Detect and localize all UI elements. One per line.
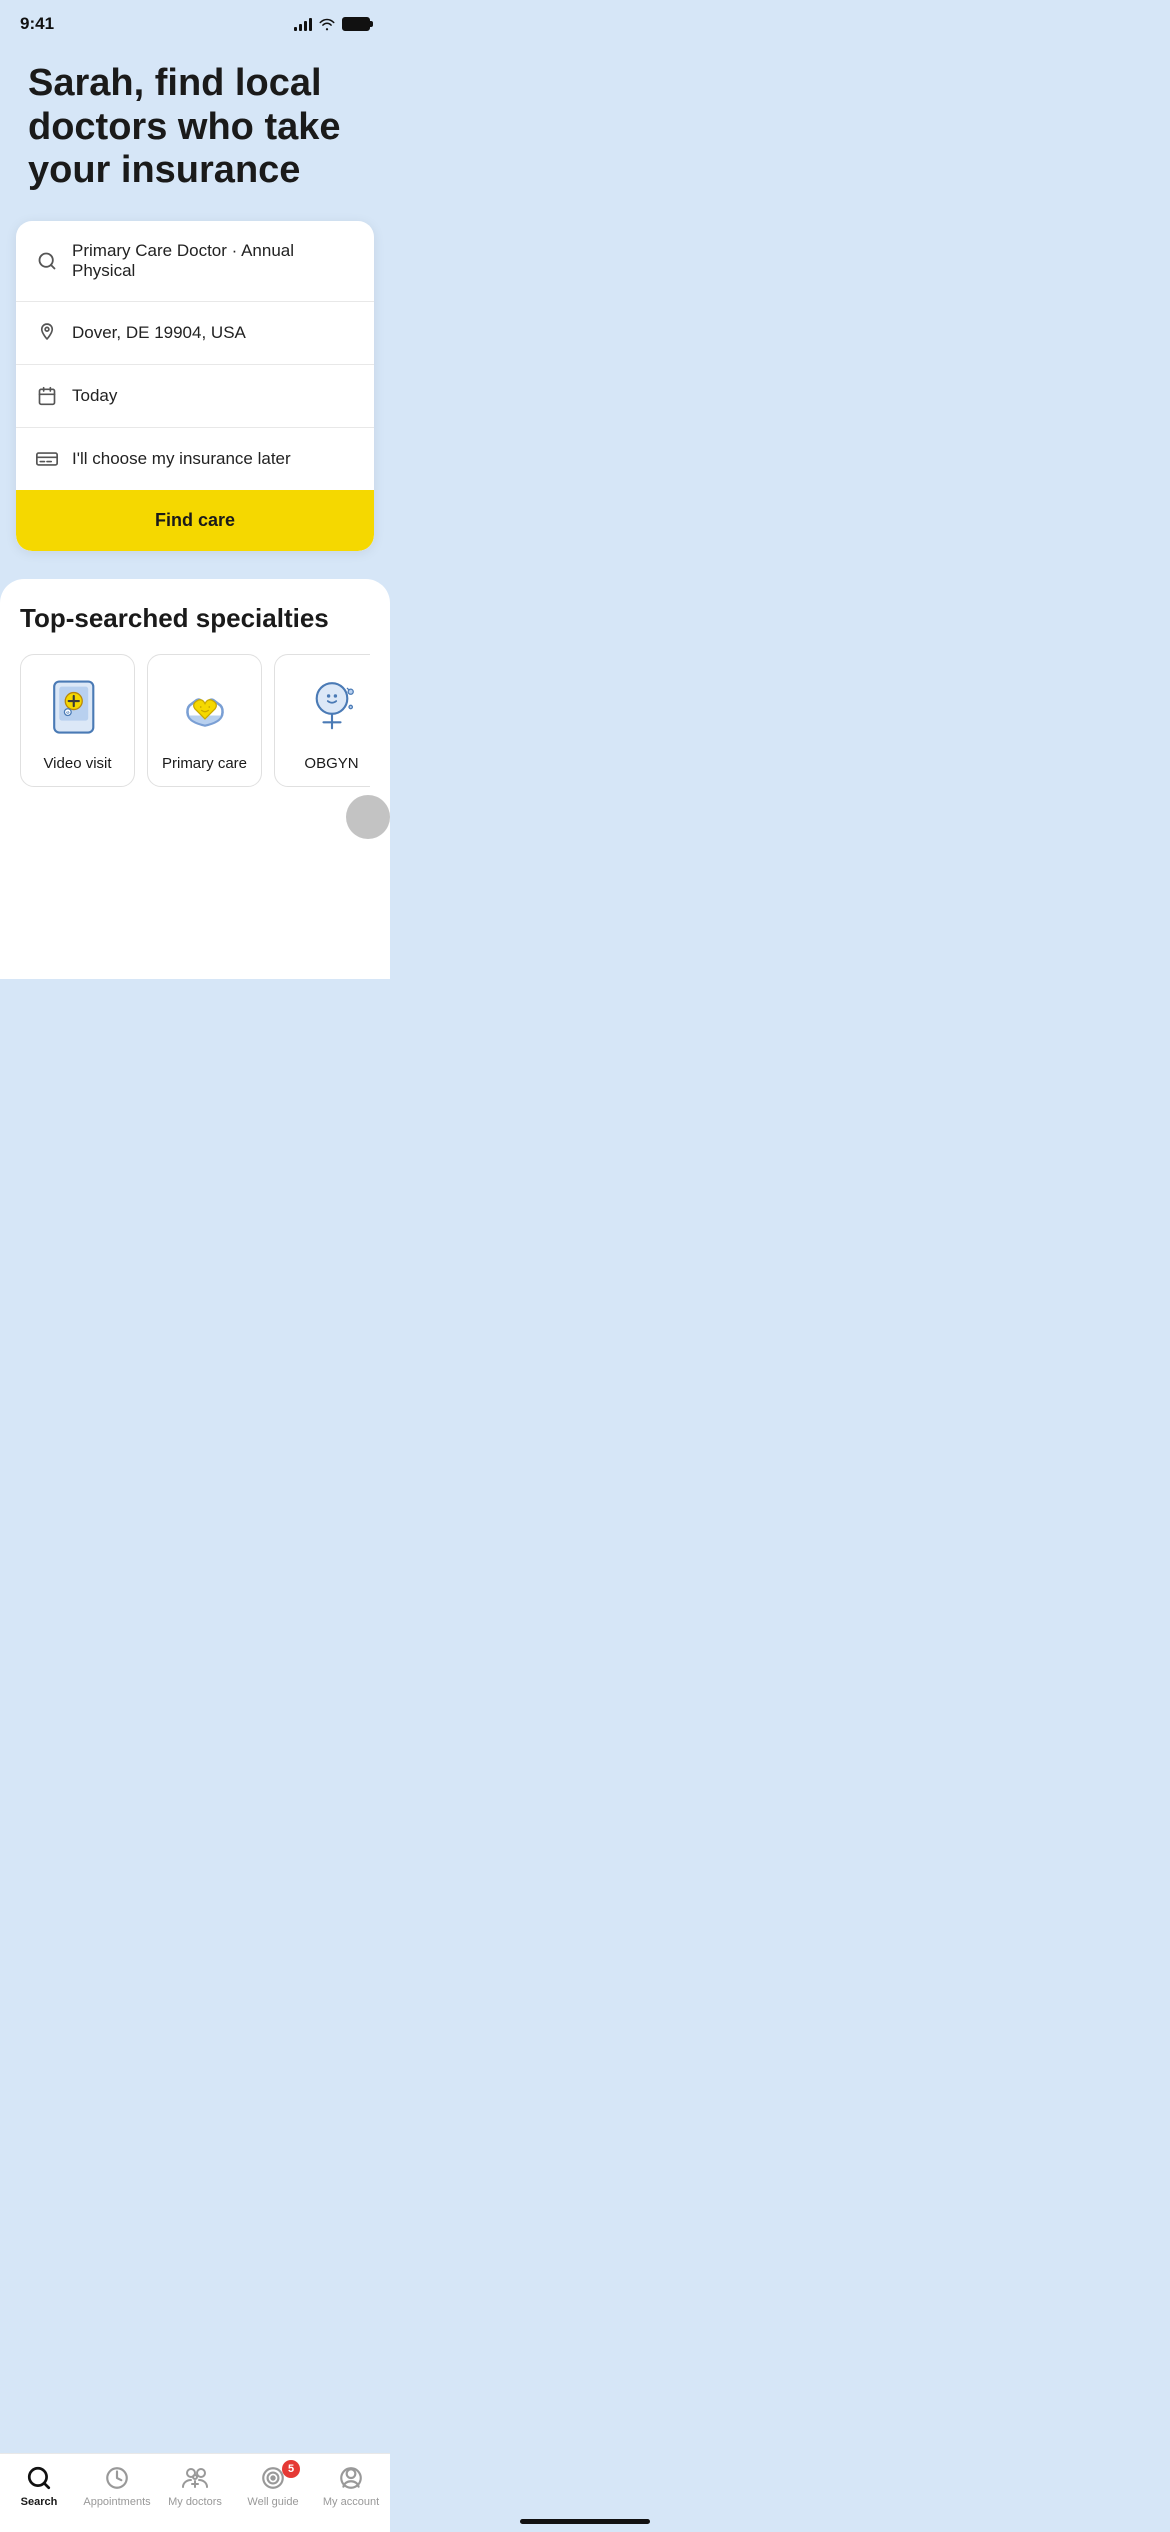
wifi-icon bbox=[318, 17, 336, 31]
nav-my-doctors[interactable]: My doctors bbox=[160, 2464, 230, 2508]
specialty-value: Primary Care Doctor · Annual Physical bbox=[72, 241, 354, 281]
header-section: Sarah, find local doctors who take your … bbox=[0, 42, 390, 221]
calendar-icon bbox=[36, 385, 58, 407]
specialties-row: Video visit Primary care bbox=[20, 654, 370, 795]
scroll-hint bbox=[346, 795, 390, 839]
well-guide-badge: 5 bbox=[282, 2460, 300, 2478]
insurance-icon bbox=[36, 448, 58, 470]
well-guide-nav-label: Well guide bbox=[247, 2496, 298, 2508]
location-row[interactable]: Dover, DE 19904, USA bbox=[16, 302, 374, 365]
specialty-card-obgyn[interactable]: OBGYN bbox=[274, 654, 370, 787]
video-visit-icon bbox=[42, 671, 114, 743]
insurance-row[interactable]: I'll choose my insurance later bbox=[16, 428, 374, 490]
page-title: Sarah, find local doctors who take your … bbox=[28, 62, 362, 193]
nav-search[interactable]: Search bbox=[4, 2464, 74, 2508]
status-bar: 9:41 bbox=[0, 0, 390, 42]
nav-appointments[interactable]: Appointments bbox=[82, 2464, 152, 2508]
primary-care-label: Primary care bbox=[162, 755, 247, 772]
my-doctors-nav-label: My doctors bbox=[168, 2496, 222, 2508]
my-account-nav-label: My account bbox=[323, 2496, 379, 2508]
search-icon bbox=[36, 250, 58, 272]
obgyn-icon bbox=[296, 671, 368, 743]
video-visit-label: Video visit bbox=[43, 755, 111, 772]
status-time: 9:41 bbox=[20, 14, 54, 34]
date-row[interactable]: Today bbox=[16, 365, 374, 428]
nav-my-account[interactable]: My account bbox=[316, 2464, 386, 2508]
my-account-nav-icon bbox=[337, 2464, 365, 2492]
specialty-card-video-visit[interactable]: Video visit bbox=[20, 654, 135, 787]
bottom-nav: Search Appointments My doctors bbox=[0, 2453, 390, 2532]
search-card: Primary Care Doctor · Annual Physical Do… bbox=[16, 221, 374, 551]
primary-care-icon bbox=[169, 671, 241, 743]
my-doctors-nav-icon bbox=[181, 2464, 209, 2492]
specialty-row[interactable]: Primary Care Doctor · Annual Physical bbox=[16, 221, 374, 302]
search-nav-label: Search bbox=[21, 2496, 58, 2508]
status-icons bbox=[294, 17, 370, 31]
signal-icon bbox=[294, 17, 312, 31]
search-nav-icon bbox=[25, 2464, 53, 2492]
find-care-button[interactable]: Find care bbox=[16, 490, 374, 551]
specialty-card-primary-care[interactable]: Primary care bbox=[147, 654, 262, 787]
location-icon bbox=[36, 322, 58, 344]
appointments-nav-icon bbox=[103, 2464, 131, 2492]
insurance-value: I'll choose my insurance later bbox=[72, 449, 291, 469]
appointments-nav-label: Appointments bbox=[83, 2496, 150, 2508]
white-section: Top-searched specialties bbox=[0, 579, 390, 979]
date-value: Today bbox=[72, 386, 117, 406]
nav-well-guide[interactable]: 5 Well guide bbox=[238, 2464, 308, 2508]
obgyn-label: OBGYN bbox=[304, 755, 358, 772]
battery-icon bbox=[342, 17, 370, 31]
specialties-title: Top-searched specialties bbox=[20, 603, 370, 634]
location-value: Dover, DE 19904, USA bbox=[72, 323, 246, 343]
home-indicator bbox=[520, 2519, 650, 2524]
